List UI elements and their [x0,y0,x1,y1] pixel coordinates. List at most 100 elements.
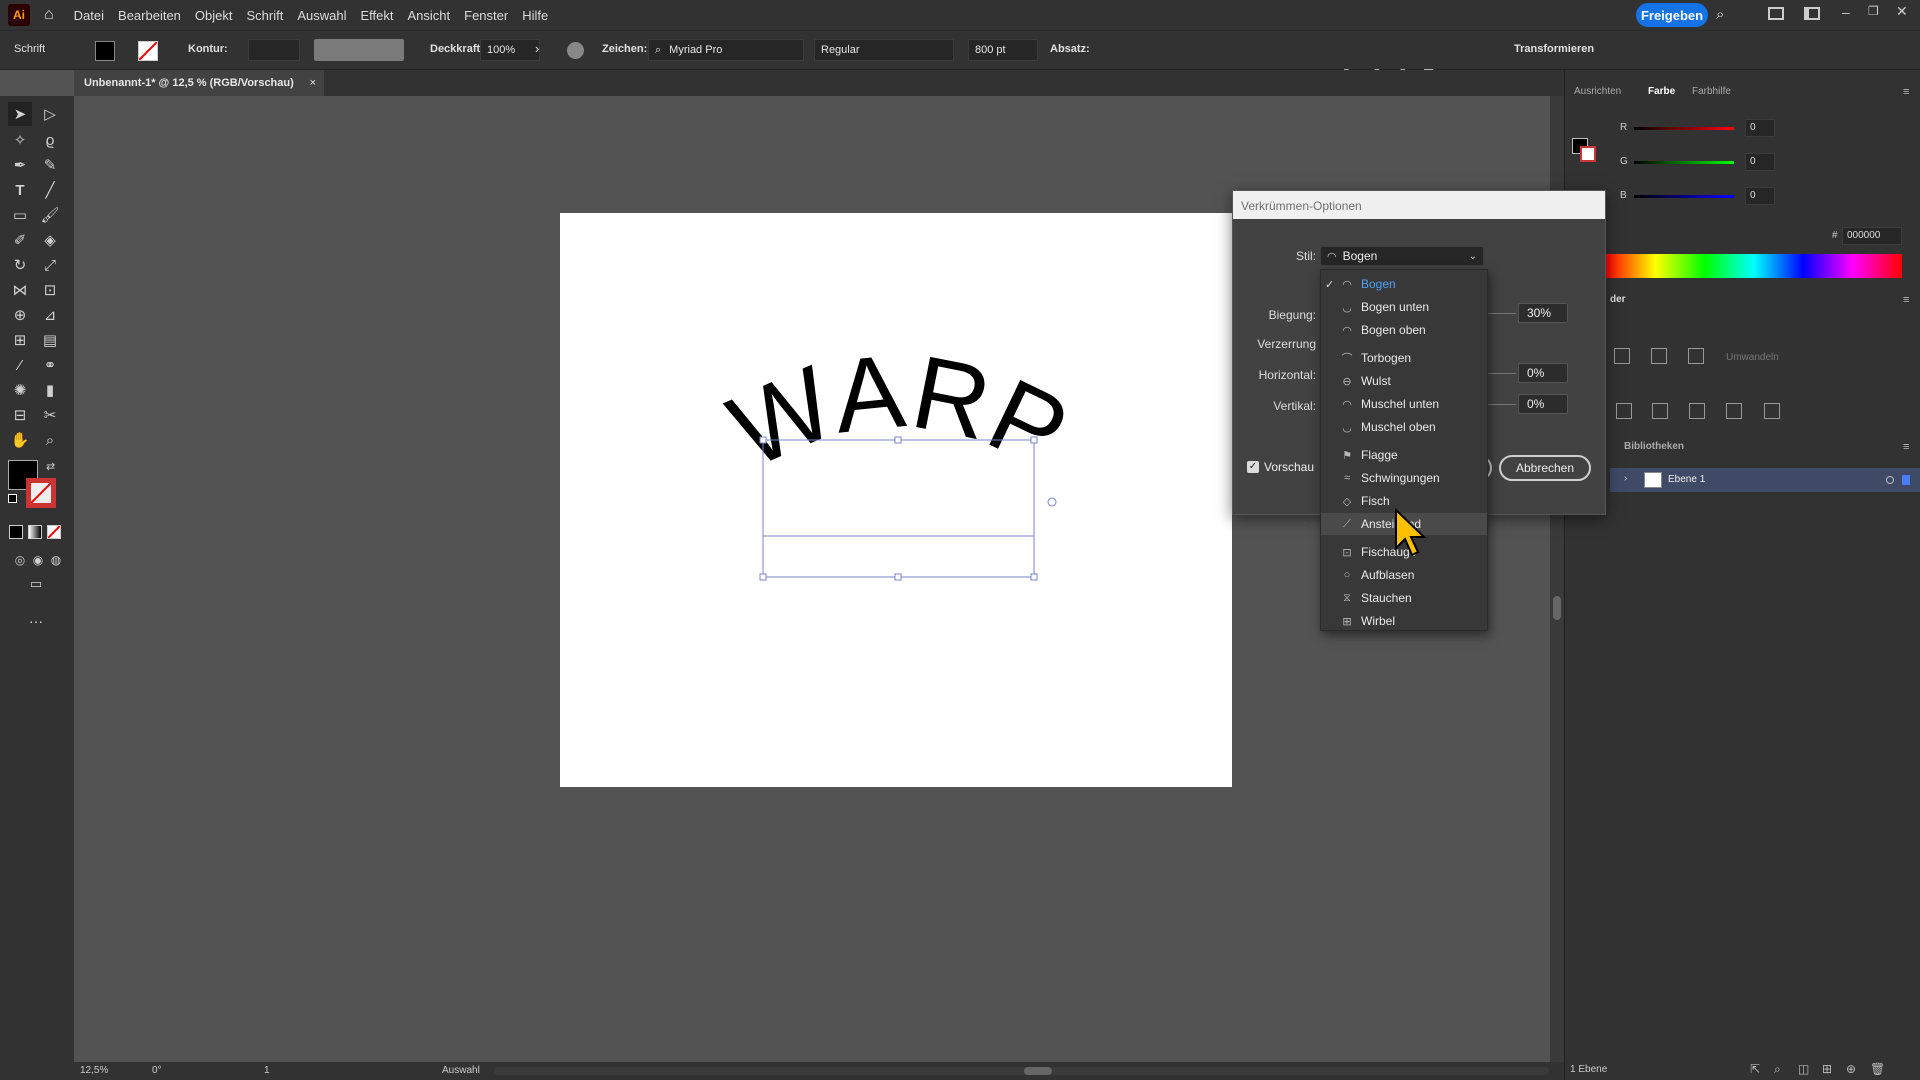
vertical-slider[interactable] [1488,404,1516,405]
style-option[interactable]: ≈ Schwingungen [1321,467,1487,489]
panel-stroke-swatch[interactable] [1580,146,1596,162]
workspace-switcher-icon[interactable] [1768,7,1784,20]
document-tab[interactable]: Unbenannt-1* @ 12,5 % (RGB/Vorschau) × [74,70,324,96]
menu-hilfe[interactable]: Hilfe [522,8,548,23]
style-option[interactable]: ○ Aufblasen [1321,564,1487,586]
opacity-field[interactable]: 100% [480,39,540,61]
menu-objekt[interactable]: Objekt [195,8,233,23]
font-family-field[interactable]: ⌕ Myriad Pro [648,39,804,61]
style-option[interactable]: ◠ Bogen oben [1321,319,1487,341]
swap-colors-icon[interactable]: ⇄ [46,460,55,473]
symbol-sprayer-tool-icon[interactable]: ✺ [8,378,32,402]
artboard[interactable]: WARP [560,213,1232,787]
bend-field[interactable]: 30% [1518,303,1568,323]
find-layer-icon[interactable]: ⌕ [1774,1062,1781,1077]
pathfinder-divide-icon[interactable] [1616,403,1632,419]
g-value[interactable]: 0 [1745,153,1775,171]
free-transform-tool-icon[interactable]: ⊡ [38,278,62,302]
width-tool-icon[interactable]: ⋈ [8,278,32,302]
style-option[interactable]: ⊞ Wirbel [1321,610,1487,632]
zoom-tool-icon[interactable]: ⌕ [38,428,62,452]
share-button[interactable]: Freigeben [1636,3,1708,27]
expand-layer-icon[interactable]: › [1624,473,1627,484]
scale-tool-icon[interactable]: ⤢ [38,253,62,277]
tab-farbe[interactable]: Farbe [1648,86,1675,97]
draw-inside-icon[interactable]: ◍ [44,548,68,572]
pathfinder-outline-icon[interactable] [1764,403,1780,419]
handle-bc[interactable] [894,573,902,581]
b-value[interactable]: 0 [1745,187,1775,205]
selection-tool-icon[interactable]: ➤ [8,102,32,126]
handle-tr[interactable] [1030,436,1038,444]
expand-button[interactable]: Umwandeln [1726,352,1779,363]
libraries-label[interactable]: Bibliotheken [1624,441,1684,452]
search-icon[interactable]: ⌕ [1716,6,1724,23]
menu-fenster[interactable]: Fenster [464,8,508,23]
close-tab-icon[interactable]: × [310,77,316,89]
layer-name[interactable]: Ebene 1 [1668,474,1705,485]
mesh-tool-icon[interactable]: ⊞ [8,328,32,352]
export-icon[interactable]: ⇱ [1750,1062,1760,1076]
recolor-icon[interactable] [567,42,584,59]
transform-label[interactable]: Transformieren [1514,43,1594,55]
minimize-icon[interactable]: – [1842,4,1850,20]
gradient-mode-icon[interactable] [28,525,42,539]
page-number[interactable]: 1 [264,1065,270,1076]
horizontal-scrollbar[interactable] [494,1067,1549,1075]
cancel-button[interactable]: Abbrechen [1499,455,1591,481]
opacity-chevron-icon[interactable]: › [535,41,539,56]
style-option[interactable]: ⊖ Wulst [1321,370,1487,392]
direct-selection-tool-icon[interactable]: ▷ [38,102,62,126]
close-window-icon[interactable]: ✕ [1896,3,1908,20]
layer-row[interactable]: › Ebene 1 [1610,468,1920,492]
hex-value[interactable]: 000000 [1842,227,1902,245]
shaper-tool-icon[interactable]: ✐ [8,228,32,252]
font-size-field[interactable]: 800 pt [968,39,1038,61]
lasso-icon[interactable]: ϱ [38,128,62,152]
b-slider[interactable] [1634,195,1734,198]
style-option[interactable]: ◡ Muschel oben [1321,416,1487,438]
menu-schrift[interactable]: Schrift [247,8,284,23]
stroke-color-icon[interactable] [26,478,56,508]
g-slider[interactable] [1634,161,1734,164]
pen-tool-icon[interactable]: ✒ [8,153,32,177]
blend-tool-icon[interactable]: ⚭ [38,353,62,377]
preview-label[interactable]: Vorschau [1264,460,1314,474]
handle-br[interactable] [1030,573,1038,581]
more-tools-icon[interactable]: … [24,606,48,630]
tab-ausrichten[interactable]: Ausrichten [1574,86,1621,97]
none-mode-icon[interactable] [47,525,61,539]
horizontal-slider[interactable] [1488,373,1516,374]
handle-tl[interactable] [759,436,767,444]
arrange-documents-icon[interactable] [1804,7,1820,20]
style-option[interactable]: ⌒ Torbogen [1321,347,1487,369]
perspective-grid-tool-icon[interactable]: ⊿ [38,303,62,327]
default-colors-icon[interactable] [8,494,17,503]
graph-tool-icon[interactable]: ▮ [38,378,62,402]
pathfinder-merge-icon[interactable] [1689,403,1705,419]
menu-effekt[interactable]: Effekt [360,8,393,23]
delete-layer-icon[interactable]: 🗑 [1870,1062,1885,1076]
artboard-tool-icon[interactable]: ⊟ [8,403,32,427]
pathfinder-crop-icon[interactable] [1726,403,1742,419]
horizontal-scroll-thumb[interactable] [1024,1067,1052,1075]
style-option[interactable]: ⚑ Flagge [1321,444,1487,466]
handle-bl[interactable] [759,573,767,581]
rotation-widget[interactable] [1047,497,1057,507]
menu-auswahl[interactable]: Auswahl [297,8,346,23]
eraser-tool-icon[interactable]: ◈ [38,228,62,252]
color-spectrum[interactable] [1606,254,1902,278]
r-value[interactable]: 0 [1745,119,1775,137]
rotation-value[interactable]: 0° [152,1065,162,1076]
style-select[interactable]: ◠ Bogen ⌄ [1320,246,1484,266]
restore-icon[interactable]: ❐ [1868,4,1879,18]
preview-checkbox[interactable]: ✓ [1247,461,1259,473]
pathfinder-trim-icon[interactable] [1652,403,1668,419]
menu-bearbeiten[interactable]: Bearbeiten [118,8,181,23]
menu-ansicht[interactable]: Ansicht [408,8,451,23]
brush-definition-field[interactable] [314,39,404,61]
r-slider[interactable] [1634,127,1734,130]
stroke-swatch[interactable] [138,41,158,61]
paintbrush-tool-icon[interactable]: 🖌 [38,203,62,227]
vertical-scroll-thumb[interactable] [1553,596,1561,620]
